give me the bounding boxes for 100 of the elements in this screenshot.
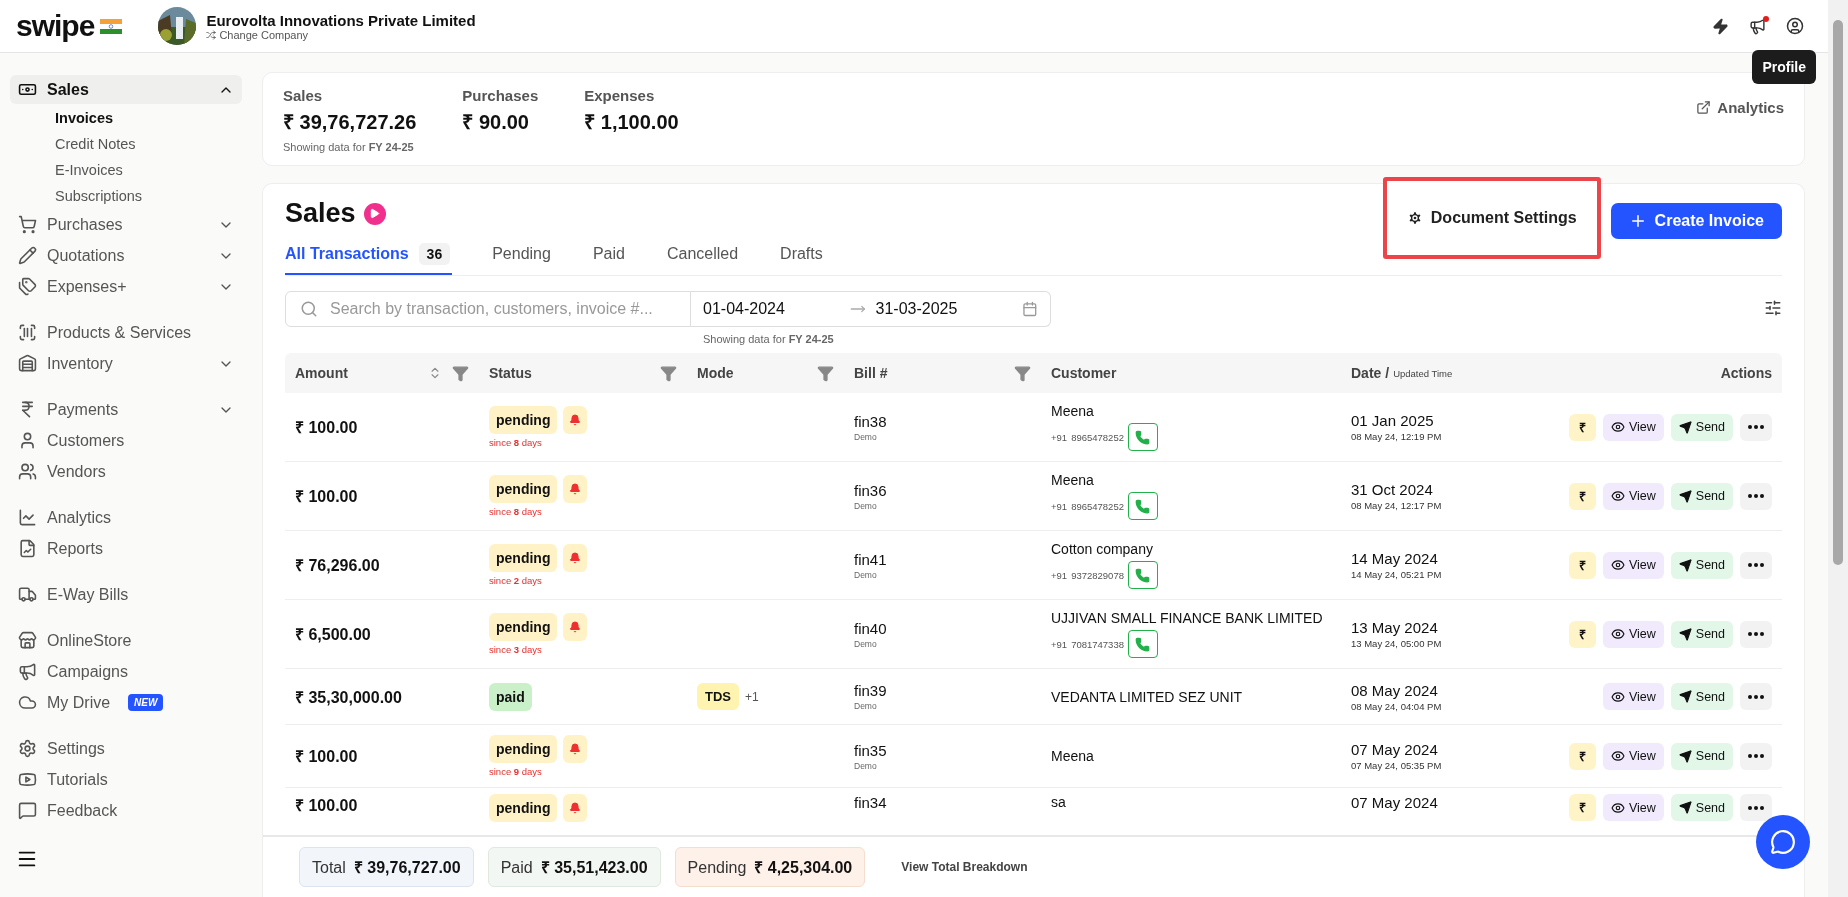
sidebar-item[interactable]: Purchases [10,210,242,239]
more-button[interactable] [1740,742,1772,770]
bill-number[interactable]: fin35 [854,741,1031,759]
updated-time: 07 May 24, 05:35 PM [1351,760,1443,771]
tab[interactable]: Paid [592,243,627,275]
sidebar-subitem[interactable]: E-Invoices [10,158,242,182]
sidebar-subitem[interactable]: Credit Notes [10,132,242,156]
calendar-icon[interactable] [1022,301,1038,317]
sidebar-item[interactable]: Quotations [10,241,242,270]
video-icon [18,770,37,789]
send-button[interactable]: Send [1670,742,1733,770]
sidebar-item[interactable]: Settings [10,734,242,763]
reminder-button[interactable] [563,406,588,434]
create-invoice-button[interactable]: Create Invoice [1610,203,1782,239]
search-field[interactable]: Search by transaction, customers, invoice #... [285,291,691,327]
breakdown-link[interactable]: View Total Breakdown [901,860,1028,874]
profile-icon[interactable] [1786,17,1804,35]
more-button[interactable] [1740,551,1772,579]
payment-button[interactable]: ₹ [1568,482,1596,510]
reminder-button[interactable] [563,613,588,641]
phone-icon [1135,498,1151,514]
payment-button[interactable]: ₹ [1568,742,1596,770]
view-button[interactable]: View [1602,794,1664,821]
more-button[interactable] [1740,413,1772,441]
document-settings-button[interactable]: Document Settings [1382,177,1601,259]
view-button[interactable]: View [1602,620,1664,648]
stat-value: ₹ 90.00 [462,110,530,135]
bill-number[interactable]: fin38 [854,412,1031,430]
date-range-field[interactable]: 01-04-2024 31-03-2025 [691,291,1051,327]
sidebar-subitem[interactable]: Invoices [10,106,242,130]
phone-code: +91 [1051,569,1068,581]
bill-number[interactable]: fin40 [854,619,1031,637]
filter-icon[interactable] [660,364,677,382]
send-button[interactable]: Send [1670,551,1733,579]
call-button[interactable] [1127,492,1158,520]
view-button[interactable]: View [1602,683,1664,710]
send-button[interactable]: Send [1670,482,1733,510]
payment-button[interactable]: ₹ [1568,620,1596,648]
view-button[interactable]: View [1602,482,1664,510]
view-button[interactable]: View [1602,742,1664,770]
sidebar-subitem[interactable]: Subscriptions [10,184,242,208]
sidebar-item[interactable]: Sales [10,75,242,104]
call-button[interactable] [1127,423,1158,451]
sidebar-item[interactable]: Feedback [10,796,242,825]
sidebar-item[interactable]: E-Way Bills [10,580,242,609]
sidebar-item[interactable]: My Drive NEW [10,688,242,717]
sidebar-item[interactable]: Products & Services [10,318,242,347]
sidebar-item[interactable]: OnlineStore [10,626,242,655]
send-button[interactable]: Send [1670,413,1733,441]
sidebar-item[interactable]: Tutorials [10,765,242,794]
bill-number[interactable]: fin39 [854,682,1031,699]
company-name: Eurovolta Innovations Private Limited [206,11,476,29]
sidebar-item[interactable]: Inventory [10,349,242,378]
tab[interactable]: Pending [492,243,553,275]
send-button[interactable]: Send [1670,794,1733,821]
invoice-date: 01 Jan 2025 [1351,412,1435,429]
sidebar-item[interactable]: Vendors [10,457,242,486]
payment-button[interactable]: ₹ [1568,413,1596,441]
sidebar-item[interactable]: Campaigns [10,657,242,686]
payment-button[interactable]: ₹ [1568,794,1596,821]
filter-icon[interactable] [817,364,834,382]
tab[interactable]: Cancelled [666,243,741,275]
send-button[interactable]: Send [1670,683,1733,710]
sidebar-item[interactable]: Reports [10,534,242,563]
user-icon [18,431,37,450]
analytics-link[interactable]: Analytics [1696,99,1784,116]
bill-number[interactable]: fin36 [854,481,1031,499]
sliders-icon[interactable] [1764,299,1782,317]
bill-number[interactable]: fin41 [854,550,1031,568]
play-icon[interactable] [363,202,386,225]
send-button[interactable]: Send [1670,620,1733,648]
filter-icon[interactable] [1014,364,1031,382]
scrollbar[interactable] [1828,0,1848,897]
lightning-icon[interactable] [1712,17,1729,35]
change-company-link[interactable]: Change Company [206,28,476,41]
reminder-button[interactable] [563,544,588,572]
more-button[interactable] [1740,482,1772,510]
amount: ₹ 6,500.00 [295,625,372,645]
bill-number[interactable]: fin34 [854,794,1031,811]
view-button[interactable]: View [1602,551,1664,579]
more-button[interactable] [1740,794,1772,821]
payment-button[interactable]: ₹ [1568,551,1596,579]
reminder-button[interactable] [563,475,588,503]
megaphone-icon[interactable] [1749,17,1766,35]
sidebar-item[interactable]: Payments [10,395,242,424]
customer-name: Cotton company [1051,541,1153,557]
reminder-button[interactable] [563,735,588,763]
eye-icon [1610,749,1625,763]
sidebar-item[interactable]: Expenses+ [10,272,242,301]
eye-icon [1610,627,1625,641]
reminder-button[interactable] [563,794,588,822]
filter-icon[interactable] [452,364,469,382]
more-button[interactable] [1740,683,1772,710]
sidebar-item[interactable]: Customers [10,426,242,455]
more-button[interactable] [1740,620,1772,648]
view-button[interactable]: View [1602,413,1664,441]
call-button[interactable] [1127,630,1158,658]
call-button[interactable] [1127,561,1158,589]
sidebar-item[interactable]: Analytics [10,503,242,532]
tab[interactable]: Drafts [780,243,825,275]
